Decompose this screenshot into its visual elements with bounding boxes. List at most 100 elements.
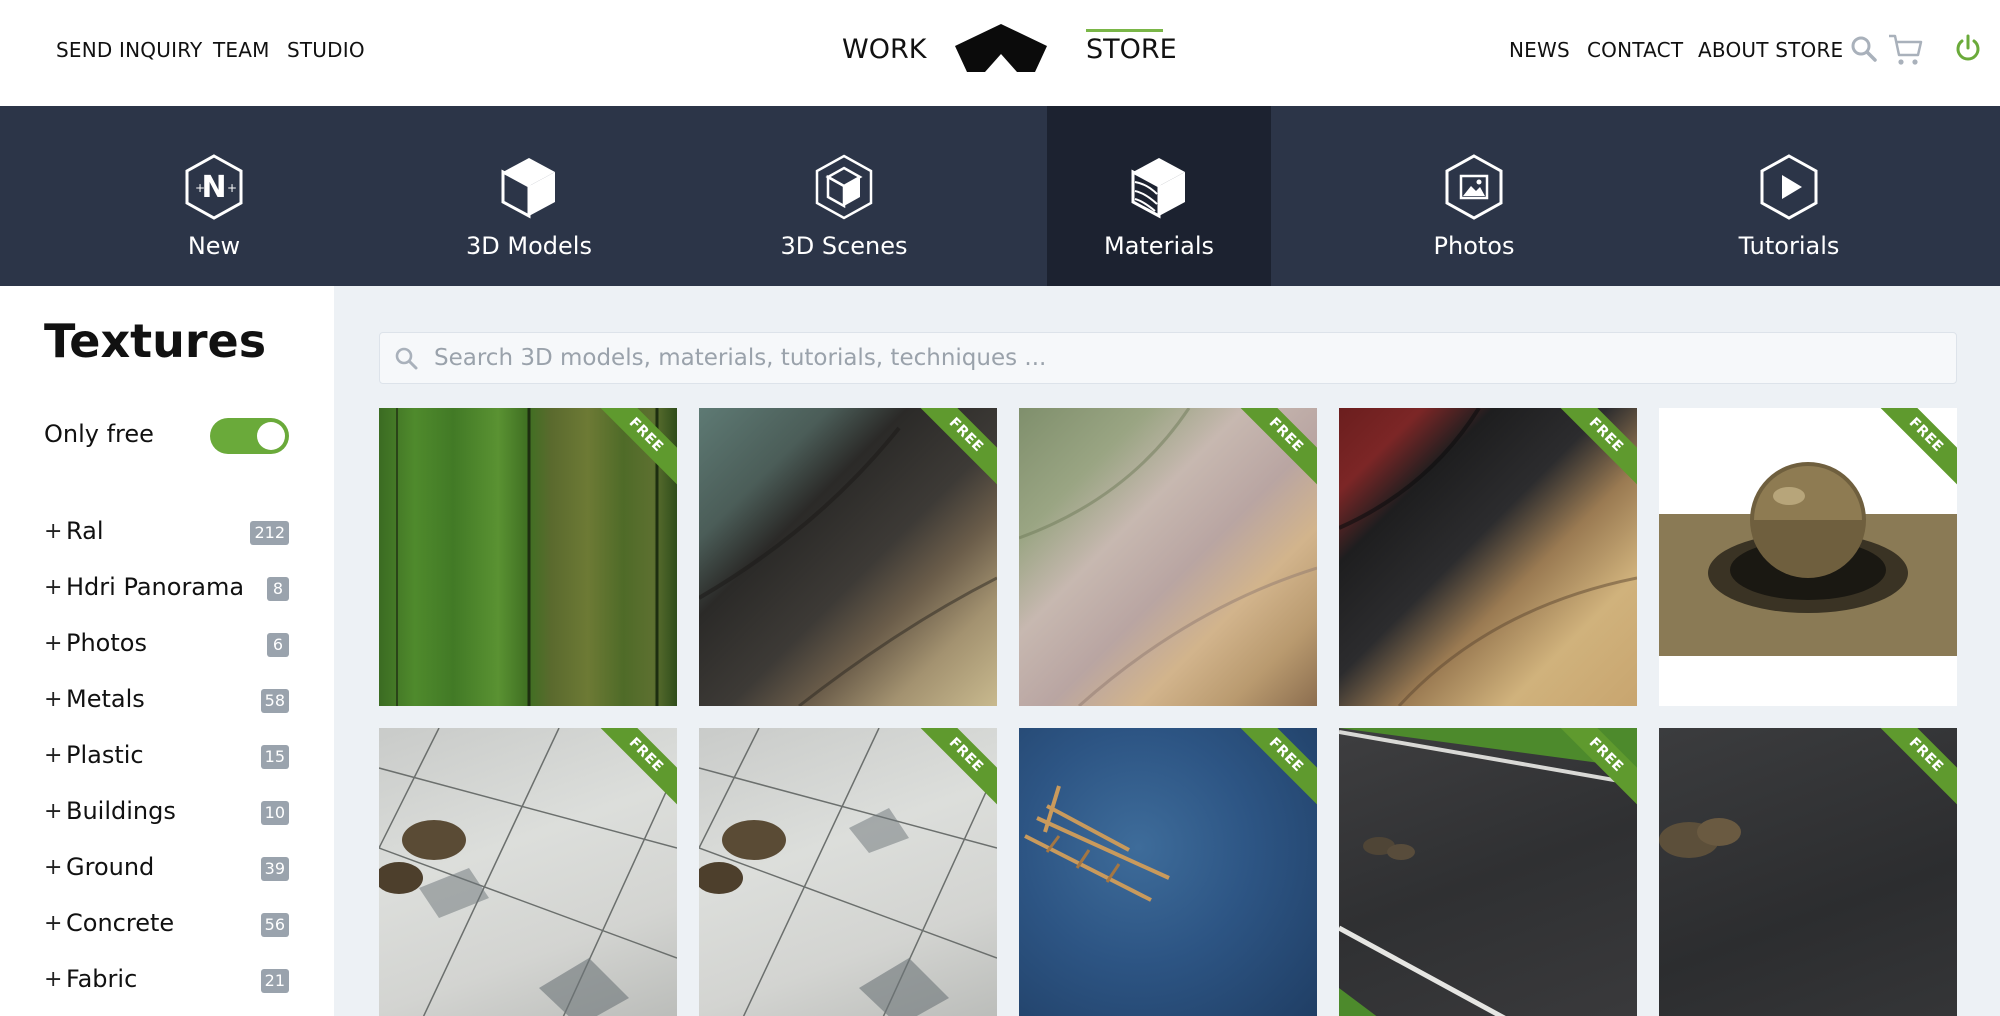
search-input[interactable]: [434, 333, 1934, 383]
count-badge: 15: [260, 745, 289, 769]
toggle-knob: [257, 422, 285, 450]
expand-plus-icon: +: [44, 743, 63, 768]
count-badge: 56: [260, 913, 289, 937]
water-surface-image: [1024, 785, 1170, 902]
search-icon[interactable]: [1850, 35, 1878, 63]
category-new[interactable]: N + + New: [102, 106, 326, 286]
expand-plus-icon: +: [44, 967, 63, 992]
count-badge: 212: [250, 521, 289, 545]
category-photos[interactable]: Photos: [1362, 106, 1586, 286]
sidebar-item-label: Photos: [66, 629, 147, 657]
expand-plus-icon: +: [44, 519, 63, 544]
material-tile-floor-tiles[interactable]: FREE: [699, 728, 997, 1016]
sidebar-item-hdri-panorama[interactable]: + Hdri Panorama 8: [44, 569, 289, 609]
scene-cube-icon: [815, 154, 873, 220]
nav-work[interactable]: WORK: [842, 34, 926, 65]
search-icon: [395, 347, 418, 370]
material-tile-road[interactable]: FREE: [1339, 728, 1637, 1016]
nav-studio[interactable]: STUDIO: [287, 38, 365, 62]
category-materials[interactable]: Materials: [1047, 106, 1271, 286]
category-label: New: [187, 232, 241, 260]
expand-plus-icon: +: [44, 799, 63, 824]
count-badge: 58: [260, 689, 289, 713]
material-tile-fabric-dark[interactable]: FREE: [699, 408, 997, 706]
new-badge-icon: N + +: [185, 154, 243, 220]
road-texture-image: [1339, 728, 1637, 1016]
grass-texture-image: [396, 408, 659, 706]
category-label: Tutorials: [1738, 232, 1840, 260]
svg-text:N: N: [201, 170, 226, 205]
count-badge: 6: [267, 633, 289, 657]
sidebar-title: Textures: [44, 314, 267, 368]
category-label: 3D Models: [466, 232, 592, 260]
category-3d-models[interactable]: 3D Models: [417, 106, 641, 286]
photo-icon: [1445, 154, 1503, 220]
category-label: Materials: [1103, 232, 1214, 260]
materials-content: FREE FREE FREE FREE FR: [334, 286, 2000, 1016]
sidebar-item-buildings[interactable]: + Buildings 10: [44, 793, 289, 833]
power-icon[interactable]: [1953, 34, 1983, 64]
sidebar-item-ground[interactable]: + Ground 39: [44, 849, 289, 889]
filter-sidebar: Textures Only free + Ral 212 + Hdri Pano…: [0, 286, 334, 1016]
metal-sphere-image: [1659, 462, 1957, 706]
fabric-texture-image: [1019, 408, 1317, 706]
sidebar-item-label: Ground: [66, 853, 155, 881]
floor-tiles-image: [699, 728, 997, 1016]
material-tile-leather[interactable]: FREE: [1339, 408, 1637, 706]
sidebar-item-plastic[interactable]: + Plastic 15: [44, 737, 289, 777]
sidebar-item-label: Plastic: [66, 741, 144, 769]
category-label: 3D Scenes: [780, 232, 908, 260]
nav-contact[interactable]: CONTACT: [1587, 38, 1683, 62]
expand-plus-icon: +: [44, 855, 63, 880]
sidebar-item-fabric[interactable]: + Fabric 21: [44, 961, 289, 1001]
nav-store[interactable]: STORE: [1086, 34, 1177, 65]
sidebar-item-label: Buildings: [66, 797, 176, 825]
material-tile-metal[interactable]: FREE: [1659, 408, 1957, 706]
material-cube-icon: [1131, 158, 1185, 219]
nav-news[interactable]: NEWS: [1509, 38, 1570, 62]
material-tile-floor-tiles[interactable]: FREE: [379, 728, 677, 1016]
svg-text:+: +: [195, 181, 205, 195]
category-tutorials[interactable]: Tutorials: [1677, 106, 1901, 286]
material-tile-fabric-pastel[interactable]: FREE: [1019, 408, 1317, 706]
asphalt-texture-image: [1659, 818, 1741, 858]
count-badge: 8: [267, 577, 289, 601]
expand-plus-icon: +: [44, 575, 63, 600]
fabric-texture-image: [699, 426, 997, 706]
only-free-toggle[interactable]: [210, 418, 289, 454]
sidebar-item-ral[interactable]: + Ral 212: [44, 513, 289, 553]
active-section-indicator: [1086, 29, 1163, 32]
material-tile-asphalt[interactable]: FREE: [1659, 728, 1957, 1016]
svg-text:+: +: [227, 181, 237, 195]
category-label: Photos: [1433, 232, 1515, 260]
expand-plus-icon: +: [44, 631, 63, 656]
only-free-label: Only free: [44, 420, 154, 448]
site-logo[interactable]: [955, 24, 1047, 74]
nav-about-store[interactable]: ABOUT STORE: [1698, 38, 1843, 62]
sidebar-item-photos[interactable]: + Photos 6: [44, 625, 289, 665]
sidebar-item-label: Fabric: [66, 965, 138, 993]
search-bar: [379, 332, 1957, 384]
count-badge: 21: [260, 969, 289, 993]
sidebar-item-label: Metals: [66, 685, 145, 713]
floor-tiles-image: [379, 728, 677, 1016]
leather-texture-image: [1339, 408, 1637, 706]
material-tile-water[interactable]: FREE: [1019, 728, 1317, 1016]
expand-plus-icon: +: [44, 911, 63, 936]
sidebar-item-label: Concrete: [66, 909, 175, 937]
sidebar-item-concrete[interactable]: + Concrete 56: [44, 905, 289, 945]
sidebar-item-label: Hdri Panorama: [66, 573, 245, 601]
count-badge: 10: [260, 801, 289, 825]
sidebar-item-label: Ral: [66, 517, 104, 545]
material-tile-grass[interactable]: FREE: [379, 408, 677, 706]
cart-icon[interactable]: [1888, 33, 1924, 67]
nav-send-inquiry[interactable]: SEND INQUIRY: [56, 38, 202, 62]
play-icon: [1760, 154, 1818, 220]
top-navigation: SEND INQUIRY TEAM STUDIO WORK STORE NEWS…: [0, 0, 2000, 106]
nav-team[interactable]: TEAM: [213, 38, 270, 62]
count-badge: 39: [260, 857, 289, 881]
category-3d-scenes[interactable]: 3D Scenes: [732, 106, 956, 286]
sidebar-item-metals[interactable]: + Metals 58: [44, 681, 289, 721]
expand-plus-icon: +: [44, 687, 63, 712]
category-bar: N + + New 3D Models 3D Scenes Materials: [0, 106, 2000, 286]
